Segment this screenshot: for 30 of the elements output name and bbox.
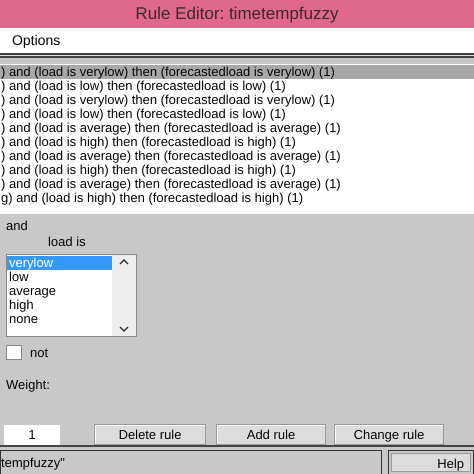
term-listbox[interactable]: verylow low average high none bbox=[6, 254, 137, 337]
not-checkbox[interactable] bbox=[6, 345, 22, 360]
rule-item[interactable]: ) and (load is verylow) then (forecastedload is verylow) (1) bbox=[0, 93, 474, 107]
rule-button[interactable]: Delete rule bbox=[94, 424, 206, 445]
rule-item[interactable]: ) and (load is low) then (forecastedload is low) (1) bbox=[0, 79, 474, 93]
menu-item[interactable]: Options bbox=[8, 30, 64, 51]
rule-button[interactable]: Add rule bbox=[216, 424, 326, 445]
scroll-up-icon[interactable] bbox=[119, 259, 129, 265]
rule-item[interactable]: ) and (load is verylow) then (forecastedload is verylow) (1) bbox=[0, 65, 474, 79]
not-label: not bbox=[30, 344, 48, 362]
rule-item[interactable]: ) and (load is average) then (forecastedload is average) (1) bbox=[0, 149, 474, 163]
title-bar: Rule Editor: timetempfuzzy bbox=[0, 0, 474, 28]
rule-item[interactable]: ) and (load is high) then (forecastedload is high) (1) bbox=[0, 163, 474, 177]
variable-label: load is bbox=[48, 234, 87, 250]
rule-item[interactable]: ) and (load is high) then (forecastedload is high) (1) bbox=[0, 135, 474, 149]
connective-label: and bbox=[6, 218, 29, 234]
rule-item[interactable]: ) and (load is low) then (forecastedload is low) (1) bbox=[0, 107, 474, 121]
term-option[interactable]: none bbox=[7, 312, 112, 326]
weight-field[interactable]: 1 bbox=[4, 424, 60, 444]
scroll-down-icon[interactable] bbox=[119, 326, 129, 332]
status-bar: tempfuzzy" bbox=[0, 450, 382, 474]
weight-label: Weight: bbox=[6, 376, 51, 394]
help-button[interactable]: Help bbox=[391, 453, 471, 472]
rule-item[interactable]: ) and (load is average) then (forecastedload is average) (1) bbox=[0, 177, 474, 191]
rule-item[interactable]: g) and (load is high) then (forecastedload is high) (1) bbox=[0, 191, 474, 205]
term-option[interactable]: high bbox=[7, 298, 112, 312]
term-option[interactable]: low bbox=[7, 270, 112, 284]
rule-button[interactable]: Change rule bbox=[334, 424, 444, 445]
term-option[interactable]: average bbox=[7, 284, 112, 298]
rule-item[interactable]: ) and (load is average) then (forecastedload is average) (1) bbox=[0, 121, 474, 135]
